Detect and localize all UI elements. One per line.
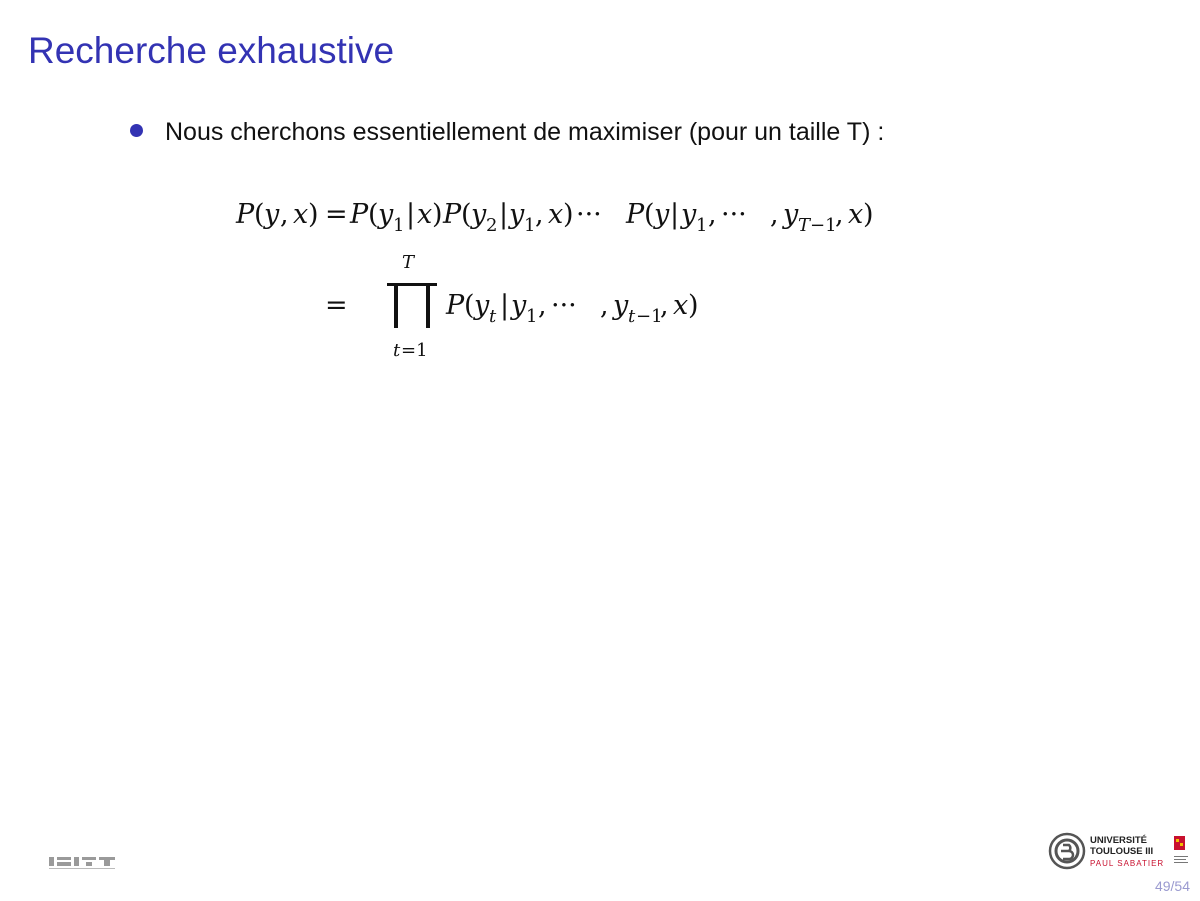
svg-text:,: , [835,199,844,230]
svg-text:,: , [535,199,544,230]
svg-text:y: y [680,199,697,230]
svg-text:y: y [510,290,527,321]
svg-text:y: y [470,199,487,230]
svg-text:P: P [442,199,462,230]
svg-text:x: x [673,290,688,321]
svg-text:,: , [538,290,547,321]
svg-text:−1: −1 [810,215,837,236]
svg-text:|: | [670,199,679,230]
svg-text:1: 1 [696,215,707,236]
svg-text:): ) [863,199,874,230]
svg-text:P: P [349,199,369,230]
svg-text:(: ( [461,199,472,230]
svg-text:y: y [377,199,394,230]
svg-text:t: t [489,306,497,327]
svg-text:x: x [417,199,432,230]
svg-text:=1: =1 [401,340,428,361]
svg-text:(: ( [464,290,475,321]
university-name-line3: PAUL SABATIER [1090,859,1164,868]
svg-text:1: 1 [524,215,535,236]
svg-text:=: = [325,199,348,230]
svg-text:): ) [432,199,443,230]
svg-text:x: x [293,199,308,230]
page-number: 49/54 [1154,878,1190,894]
svg-text:x: x [548,199,563,230]
equation-line-2: T = t =1 P ( y t | y 1 , ··· , y t −1 , … [325,252,699,361]
svg-text:P: P [445,290,465,321]
svg-text:1: 1 [393,215,404,236]
seal-icon [1048,832,1086,870]
university-logo: UNIVERSITÉ TOULOUSE III PAUL SABATIER [1048,832,1188,870]
svg-text:(: ( [368,199,379,230]
svg-text:(: ( [644,199,655,230]
svg-text:t: t [393,340,401,361]
svg-text:,: , [708,199,717,230]
coat-of-arms-icon [1174,836,1188,863]
svg-text:y: y [612,290,629,321]
svg-text:1: 1 [526,306,537,327]
svg-text:−1: −1 [636,306,663,327]
svg-text:T: T [402,252,416,273]
university-name-line1: UNIVERSITÉ [1090,835,1147,846]
svg-text:y: y [473,290,490,321]
svg-text:|: | [406,199,415,230]
svg-text:P: P [235,199,255,230]
equation: P ( y , x ) = P ( y 1 | x ) P ( y 2 | y … [235,199,874,361]
irit-logo [48,855,116,871]
svg-text:t: t [628,306,636,327]
svg-text:x: x [848,199,863,230]
svg-text:|: | [499,199,508,230]
svg-text:|: | [500,290,509,321]
svg-text:,: , [660,290,669,321]
svg-text:,: , [280,199,289,230]
svg-text:2: 2 [486,215,497,236]
svg-text:y: y [782,199,799,230]
svg-text:=: = [325,290,348,321]
svg-text:y: y [653,199,670,230]
svg-text:): ) [308,199,319,230]
svg-text:): ) [563,199,574,230]
svg-text:P: P [625,199,645,230]
university-name-line2: TOULOUSE III [1090,846,1153,857]
svg-text:···: ··· [721,199,747,230]
svg-text:···: ··· [576,199,602,230]
svg-text:,: , [600,290,609,321]
svg-text:,: , [770,199,779,230]
svg-text:): ) [688,290,699,321]
svg-text:···: ··· [551,290,577,321]
svg-text:(: ( [254,199,265,230]
svg-text:y: y [263,199,280,230]
equation-line-1: P ( y , x ) = P ( y 1 | x ) P ( y 2 | y … [235,199,874,236]
svg-text:y: y [508,199,525,230]
product-symbol [387,283,437,328]
